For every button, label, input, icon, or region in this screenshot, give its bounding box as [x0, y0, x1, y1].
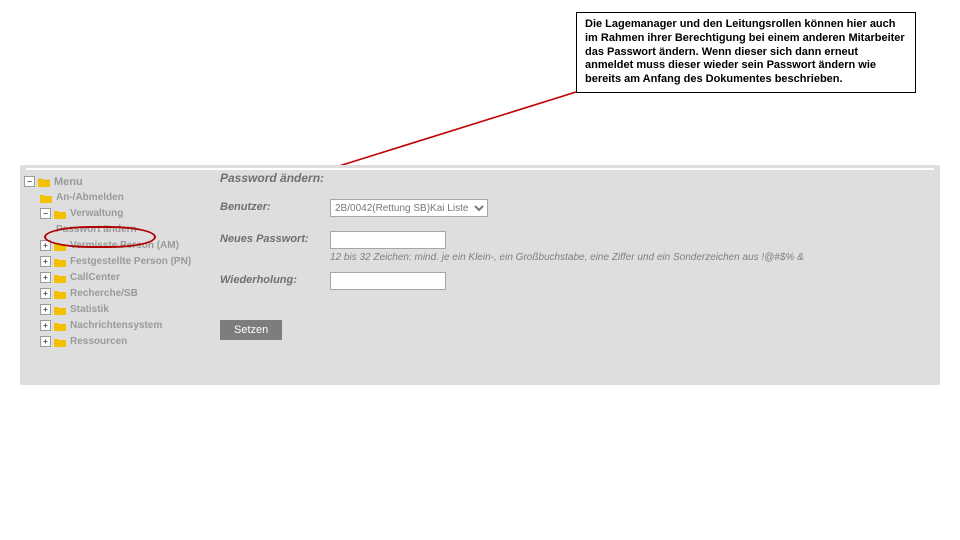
sidebar-item-label: An-/Abmelden — [56, 192, 124, 203]
folder-icon — [38, 177, 50, 187]
sidebar-item-label: Recherche/SB — [70, 288, 138, 299]
benutzer-select[interactable]: 2B/0042(Rettung SB)Kai Liste — [330, 199, 488, 217]
benutzer-label: Benutzer: — [220, 199, 330, 213]
toggle-closed-icon[interactable]: + — [40, 336, 51, 347]
toggle-closed-icon[interactable]: + — [40, 288, 51, 299]
sidebar-item-ressourcen[interactable]: + Ressourcen — [20, 334, 208, 349]
folder-icon — [54, 337, 66, 347]
sidebar-item-label: Ressourcen — [70, 336, 127, 347]
toggle-closed-icon[interactable]: + — [40, 240, 51, 251]
sidebar-item-label: CallCenter — [70, 272, 120, 283]
folder-icon — [54, 273, 66, 283]
sidebar-item-recherche[interactable]: + Recherche/SB — [20, 286, 208, 301]
toggle-closed-icon[interactable]: + — [40, 256, 51, 267]
sidebar-item-passwort-aendern[interactable]: Passwort ändern — [20, 222, 208, 237]
wiederholung-label: Wiederholung: — [220, 272, 330, 286]
sidebar-item-festgestellte[interactable]: + Festgestellte Person (PN) — [20, 254, 208, 269]
tree-root-label: Menu — [54, 176, 83, 188]
app-panel: − Menu An-/Abmelden − Verwaltung Passwor… — [20, 165, 940, 385]
toggle-open-icon[interactable]: − — [24, 176, 35, 187]
sidebar-item-vermisste[interactable]: + Vermisste Person (AM) — [20, 238, 208, 253]
sidebar-item-label: Statistik — [70, 304, 109, 315]
folder-icon — [54, 321, 66, 331]
content-title: Password ändern: — [220, 171, 932, 185]
setzen-button[interactable]: Setzen — [220, 320, 282, 340]
row-neues-passwort: Neues Passwort: 12 bis 32 Zeichen: mind.… — [220, 231, 932, 264]
callout-box: Die Lagemanager und den Leitungsrollen k… — [576, 12, 916, 93]
row-benutzer: Benutzer: 2B/0042(Rettung SB)Kai Liste — [220, 199, 932, 217]
sidebar-item-label: Verwaltung — [70, 208, 123, 219]
panel-divider — [26, 168, 934, 170]
folder-icon — [54, 257, 66, 267]
sidebar-item-label: Nachrichtensystem — [70, 320, 162, 331]
callout-text: Die Lagemanager und den Leitungsrollen k… — [585, 18, 905, 85]
folder-icon — [40, 193, 52, 203]
neues-passwort-input[interactable] — [330, 231, 446, 249]
toggle-closed-icon[interactable]: + — [40, 272, 51, 283]
content-area: Password ändern: Benutzer: 2B/0042(Rettu… — [220, 171, 932, 340]
sidebar-item-anmelden[interactable]: An-/Abmelden — [20, 190, 208, 205]
sidebar-item-verwaltung[interactable]: − Verwaltung — [20, 206, 208, 221]
toggle-closed-icon[interactable]: + — [40, 304, 51, 315]
folder-icon — [54, 241, 66, 251]
sidebar-item-label: Festgestellte Person (PN) — [70, 256, 191, 267]
toggle-open-icon[interactable]: − — [40, 208, 51, 219]
folder-icon — [54, 209, 66, 219]
neues-passwort-label: Neues Passwort: — [220, 231, 330, 245]
sidebar-item-statistik[interactable]: + Statistik — [20, 302, 208, 317]
toggle-closed-icon[interactable]: + — [40, 320, 51, 331]
sidebar-item-nachrichten[interactable]: + Nachrichtensystem — [20, 318, 208, 333]
sidebar-item-callcenter[interactable]: + CallCenter — [20, 270, 208, 285]
folder-icon — [54, 289, 66, 299]
sidebar-item-label: Vermisste Person (AM) — [70, 240, 179, 251]
sidebar-tree: − Menu An-/Abmelden − Verwaltung Passwor… — [20, 173, 208, 350]
row-wiederholung: Wiederholung: — [220, 272, 932, 290]
passwort-hint: 12 bis 32 Zeichen: mind. je ein Klein-, … — [330, 251, 932, 264]
tree-root-menu[interactable]: − Menu — [20, 174, 208, 189]
folder-icon — [54, 305, 66, 315]
wiederholung-input[interactable] — [330, 272, 446, 290]
sidebar-item-label: Passwort ändern — [56, 224, 137, 235]
